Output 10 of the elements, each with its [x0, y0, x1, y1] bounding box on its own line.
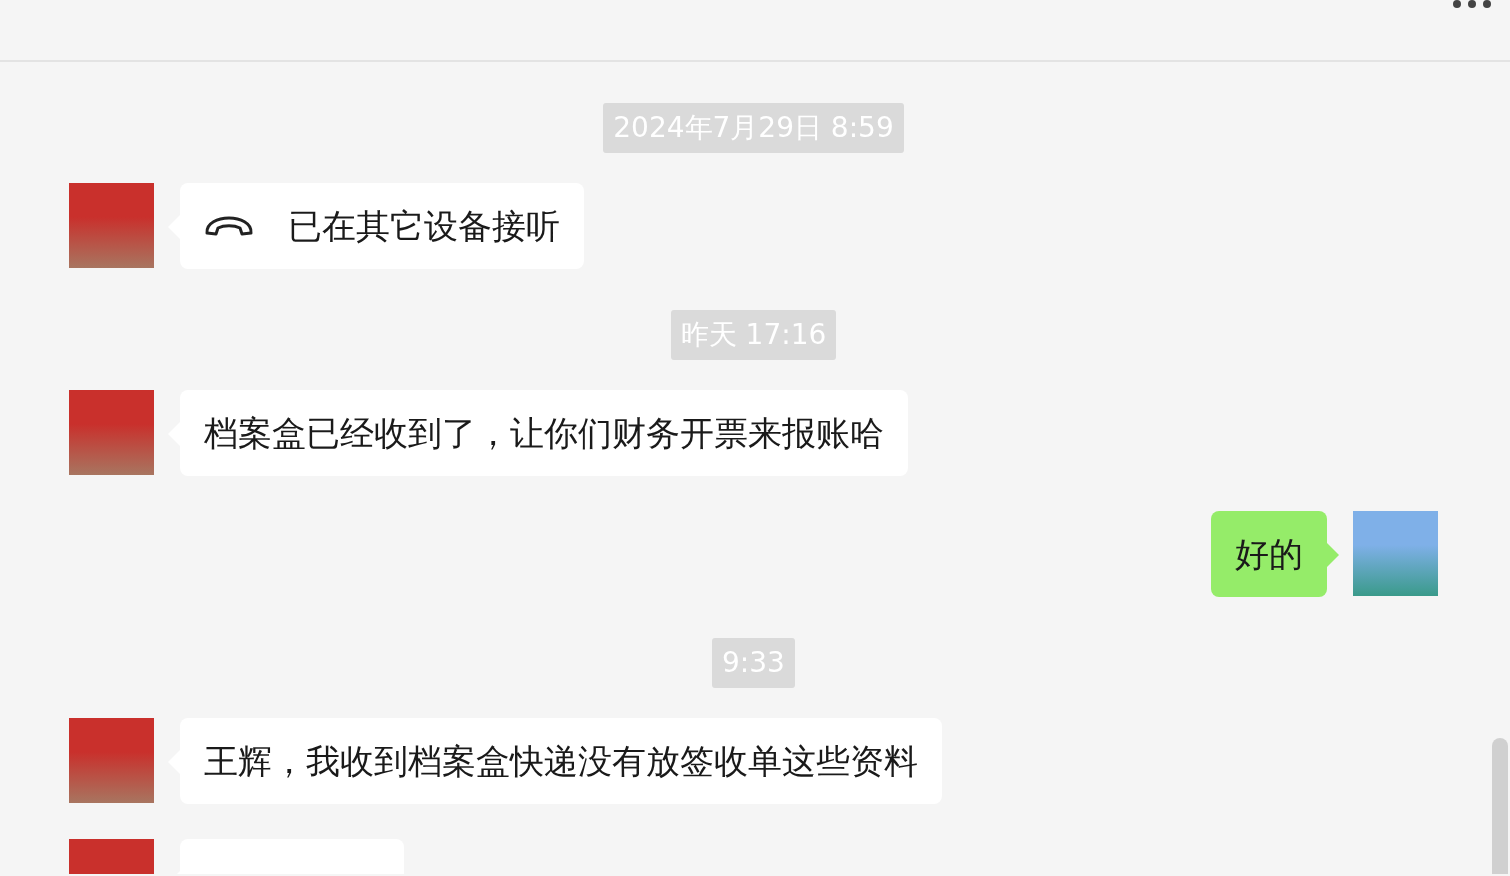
message-text: 已在其它设备接听 — [288, 205, 560, 248]
message-text: 档案盒已经收到了，让你们财务开票来报账哈 — [204, 412, 884, 455]
phone-icon — [204, 215, 254, 237]
avatar-photo[interactable] — [69, 718, 154, 803]
avatar-photo[interactable] — [1353, 511, 1438, 596]
avatar-photo[interactable] — [69, 390, 154, 475]
message-text: 好的 — [1235, 533, 1303, 576]
avatar-photo[interactable] — [69, 183, 154, 268]
more-icon[interactable] — [1452, 0, 1494, 10]
message-text: 王辉，我收到档案盒快递没有放签收单这些资料 — [204, 740, 918, 783]
